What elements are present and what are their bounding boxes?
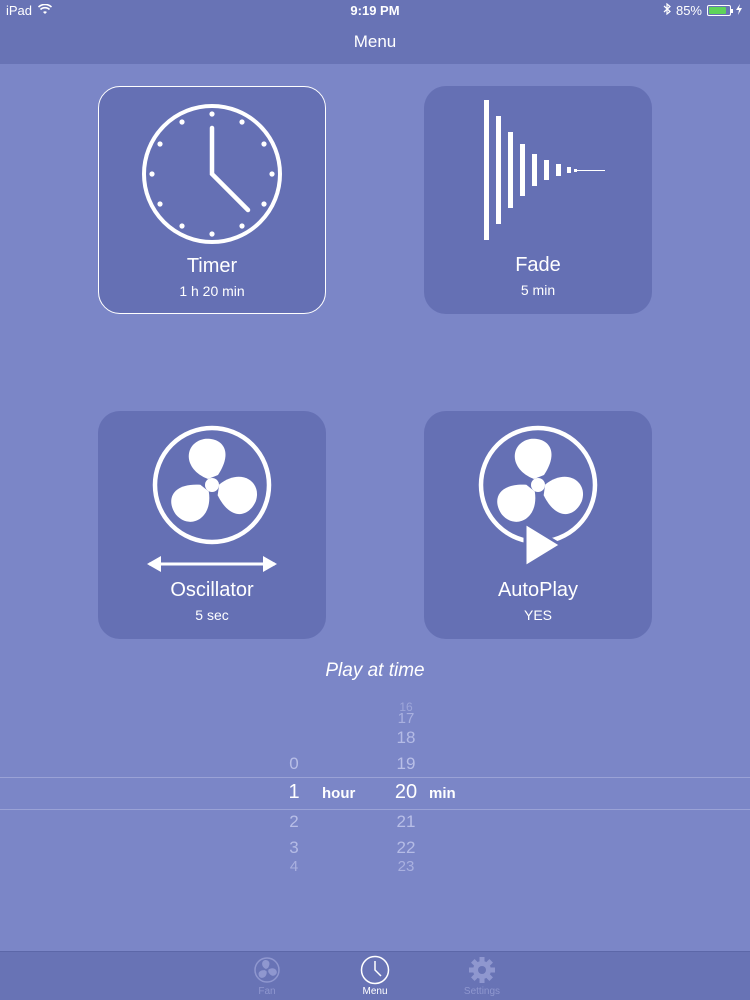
picker-selection-band <box>0 777 750 810</box>
fan-icon <box>237 954 297 986</box>
autoplay-fan-icon <box>424 423 652 573</box>
tab-menu[interactable]: Menu <box>345 954 405 997</box>
minute-option[interactable]: 18 <box>386 728 426 748</box>
clock-icon <box>345 954 405 986</box>
hour-option[interactable]: 4 <box>274 858 314 875</box>
minute-option[interactable]: 20 <box>386 781 426 804</box>
clock-icon <box>99 99 325 249</box>
minute-option[interactable]: 22 <box>386 838 426 858</box>
tab-bar: Fan Menu Settings <box>0 951 750 1000</box>
hour-option[interactable]: 3 <box>274 838 314 858</box>
charging-icon <box>736 3 742 18</box>
hour-unit-label: hour <box>322 785 356 802</box>
fade-title: Fade <box>515 254 561 276</box>
minute-option[interactable]: 21 <box>386 812 426 832</box>
timer-tile[interactable]: Timer 1 h 20 min <box>98 86 326 314</box>
hour-option[interactable]: 1 <box>274 781 314 804</box>
play-at-time-label: Play at time <box>325 660 425 681</box>
autoplay-tile[interactable]: AutoPlay YES <box>424 411 652 639</box>
minute-option[interactable]: 19 <box>386 754 426 774</box>
hour-option[interactable]: 0 <box>274 754 314 774</box>
nav-bar: Menu <box>0 22 750 64</box>
autoplay-title: AutoPlay <box>497 579 579 601</box>
minute-unit-label: min <box>429 785 456 802</box>
tab-menu-label: Menu <box>362 986 388 997</box>
bluetooth-icon <box>663 2 671 18</box>
fade-tile[interactable]: Fade 5 min <box>424 86 652 314</box>
hour-option[interactable]: 2 <box>274 812 314 832</box>
timer-value: 1 h 20 min <box>179 283 245 299</box>
minute-option[interactable]: 23 <box>386 858 426 875</box>
page-title: Menu <box>353 32 397 51</box>
minute-option[interactable]: 17 <box>386 710 426 727</box>
oscillating-fan-icon <box>98 423 326 573</box>
autoplay-value: YES <box>523 607 552 623</box>
oscillator-tile[interactable]: Oscillator 5 sec <box>98 411 326 639</box>
tab-fan-label: Fan <box>258 986 276 997</box>
fade-waveform-icon <box>424 98 652 248</box>
battery-percent: 85% <box>675 3 702 18</box>
tab-settings[interactable]: Settings <box>452 954 512 997</box>
fade-value: 5 min <box>520 282 556 298</box>
time-picker[interactable]: 01234 hour 16 17 18 19 20 21 22 23 min <box>0 700 750 875</box>
oscillator-value: 5 sec <box>195 607 229 623</box>
status-time: 9:19 PM <box>350 3 400 18</box>
status-bar: iPad 9:19 PM 85% <box>0 0 750 22</box>
tab-fan[interactable]: Fan <box>237 954 297 997</box>
oscillator-title: Oscillator <box>170 579 254 601</box>
battery-icon <box>707 5 733 16</box>
timer-title: Timer <box>186 255 238 277</box>
tab-settings-label: Settings <box>463 986 501 997</box>
gear-icon <box>452 954 512 986</box>
